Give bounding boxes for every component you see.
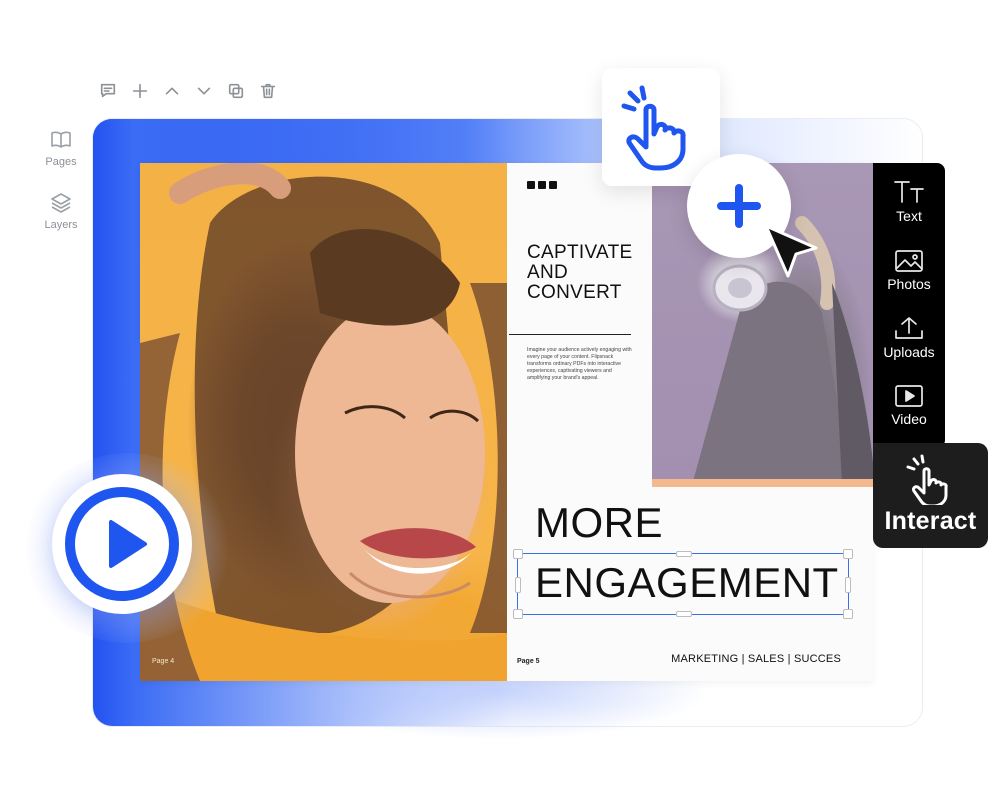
play-icon <box>65 487 179 601</box>
big-headline-line-1[interactable]: MORE <box>535 499 663 547</box>
panel-item-uploads[interactable]: Uploads <box>873 315 945 360</box>
resize-handle[interactable] <box>513 549 523 559</box>
resize-handle[interactable] <box>676 551 692 557</box>
interact-label: Interact <box>884 507 977 535</box>
upload-icon <box>895 317 923 339</box>
elements-panel: Text Photos Uploads Video <box>873 163 945 448</box>
resize-handle[interactable] <box>843 549 853 559</box>
body-copy[interactable]: Imagine your audience actively engaging … <box>527 347 635 382</box>
plus-icon[interactable] <box>128 80 152 102</box>
mouse-cursor-icon <box>764 224 818 278</box>
headline-line: CAPTIVATE <box>527 242 633 263</box>
chevron-up-icon[interactable] <box>160 80 184 102</box>
social-icons <box>527 181 557 189</box>
resize-handle[interactable] <box>843 609 853 619</box>
headline[interactable]: CAPTIVATE AND CONVERT <box>527 243 632 303</box>
duplicate-icon[interactable] <box>224 80 248 102</box>
tap-hand-icon <box>906 454 948 505</box>
sidebar-item-label: Pages <box>45 156 77 168</box>
play-video-button[interactable] <box>52 474 192 614</box>
sidebar-item-layers[interactable]: Layers <box>40 191 82 231</box>
big-headline-line-2[interactable]: ENGAGEMENT <box>535 559 839 607</box>
comment-icon[interactable] <box>96 80 120 102</box>
panel-item-label: Text <box>896 208 922 224</box>
panel-item-photos[interactable]: Photos <box>873 249 945 292</box>
headline-line: CONVERT <box>527 282 622 303</box>
resize-handle[interactable] <box>513 609 523 619</box>
divider <box>509 334 631 335</box>
resize-handle[interactable] <box>845 577 851 593</box>
facebook-icon <box>527 181 535 189</box>
panel-item-label: Photos <box>887 276 931 292</box>
panel-item-video[interactable]: Video <box>873 384 945 427</box>
sidebar-item-pages[interactable]: Pages <box>40 128 82 168</box>
image-icon <box>895 250 923 272</box>
panel-item-label: Uploads <box>883 344 935 360</box>
instagram-icon <box>538 181 546 189</box>
headline-line: AND <box>527 262 569 283</box>
trash-icon[interactable] <box>256 80 280 102</box>
right-page-number: Page 5 <box>517 658 540 665</box>
youtube-icon <box>549 181 557 189</box>
chevron-down-icon[interactable] <box>192 80 216 102</box>
sidebar-item-label: Layers <box>44 219 78 231</box>
layers-icon <box>51 193 71 213</box>
panel-item-text[interactable]: Text <box>873 179 945 224</box>
footer-categories[interactable]: MARKETING | SALES | SUCCES <box>671 653 841 665</box>
resize-handle[interactable] <box>515 577 521 593</box>
panel-item-label: Video <box>891 411 927 427</box>
resize-handle[interactable] <box>676 611 692 617</box>
element-toolbar <box>96 80 280 102</box>
text-icon <box>894 181 924 203</box>
video-icon <box>895 385 923 407</box>
panel-item-interact[interactable]: Interact <box>873 443 988 548</box>
accent-bar <box>652 479 873 487</box>
left-page-number: Page 4 <box>152 658 175 665</box>
book-icon <box>51 131 71 148</box>
